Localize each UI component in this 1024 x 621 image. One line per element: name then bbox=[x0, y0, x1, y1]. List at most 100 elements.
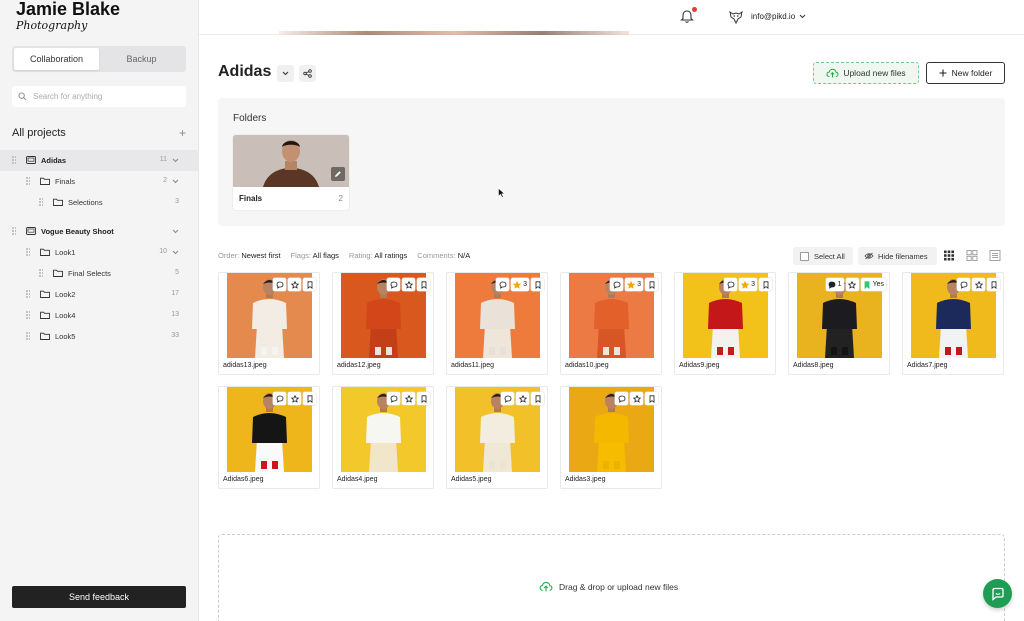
comment-button[interactable] bbox=[273, 392, 286, 405]
comments-filter[interactable]: Comments: N/A bbox=[417, 251, 470, 260]
new-folder-button[interactable]: New folder bbox=[926, 62, 1005, 84]
chevron-down-icon[interactable] bbox=[172, 158, 179, 163]
rating-button[interactable] bbox=[402, 392, 415, 405]
comment-button[interactable] bbox=[957, 278, 970, 291]
hide-filenames-label: Hide filenames bbox=[878, 251, 928, 261]
photo-card[interactable]: 3 adidas10.jpeg bbox=[560, 272, 662, 375]
select-all-button[interactable]: Select All bbox=[793, 247, 853, 265]
tree-item-selections[interactable]: Selections 3 bbox=[0, 192, 199, 213]
star-rating: 3 bbox=[637, 281, 641, 288]
photo-card[interactable]: adidas12.jpeg bbox=[332, 272, 434, 375]
chevron-down-icon[interactable] bbox=[172, 229, 179, 234]
account-menu[interactable]: info@pikd.io bbox=[751, 12, 806, 21]
tree-item-adidas[interactable]: Adidas 11 bbox=[0, 150, 199, 171]
drop-zone-prompt: Drag & drop or upload new files bbox=[539, 581, 678, 592]
comment-button[interactable] bbox=[273, 278, 286, 291]
drag-handle-icon[interactable] bbox=[12, 227, 16, 235]
photo-card[interactable]: Adidas5.jpeg bbox=[446, 386, 548, 489]
list-view-icon[interactable] bbox=[989, 249, 1001, 262]
photo-card[interactable]: adidas13.jpeg bbox=[218, 272, 320, 375]
edit-folder-button[interactable] bbox=[331, 167, 345, 181]
drag-handle-icon[interactable] bbox=[26, 177, 30, 185]
flag-button[interactable] bbox=[759, 278, 772, 291]
select-all-checkbox[interactable] bbox=[800, 251, 809, 261]
tree-item-vogue-beauty-shoot[interactable]: Vogue Beauty Shoot bbox=[0, 221, 199, 242]
tree-item-look5[interactable]: Look5 33 bbox=[0, 326, 199, 347]
brand-logo[interactable]: Jamie Blake Photography bbox=[16, 0, 120, 32]
upload-files-button[interactable]: Upload new files bbox=[813, 62, 919, 84]
title-dropdown-button[interactable] bbox=[277, 65, 294, 82]
drop-zone[interactable]: Drag & drop or upload new files bbox=[218, 534, 1005, 621]
comment-button[interactable] bbox=[610, 278, 624, 291]
flag-button[interactable] bbox=[303, 392, 316, 405]
rating-button[interactable]: 3 bbox=[511, 278, 529, 291]
rating-button[interactable] bbox=[630, 392, 643, 405]
rating-button[interactable]: 3 bbox=[739, 278, 757, 291]
photo-actions bbox=[387, 392, 430, 405]
drag-handle-icon[interactable] bbox=[39, 269, 43, 277]
tree-item-finals[interactable]: Finals 2 bbox=[0, 171, 199, 192]
flag-button[interactable] bbox=[417, 278, 430, 291]
photo-card[interactable]: 3 Adidas9.jpeg bbox=[674, 272, 776, 375]
rating-filter[interactable]: Rating: All ratings bbox=[349, 251, 407, 260]
tree-item-look4[interactable]: Look4 13 bbox=[0, 305, 199, 326]
rating-button[interactable] bbox=[845, 278, 859, 291]
search-input[interactable] bbox=[33, 92, 183, 101]
comment-button[interactable] bbox=[387, 392, 400, 405]
tree-item-final-selects[interactable]: Final Selects 5 bbox=[0, 263, 199, 284]
drag-handle-icon[interactable] bbox=[26, 248, 30, 256]
photo-card[interactable]: 1 Yes Adidas8.jpeg bbox=[788, 272, 890, 375]
plus-icon[interactable]: + bbox=[179, 126, 186, 140]
tree-item-look1[interactable]: Look1 10 bbox=[0, 242, 199, 263]
rating-button[interactable] bbox=[972, 278, 985, 291]
drag-handle-icon[interactable] bbox=[39, 198, 43, 206]
flag-button[interactable]: Yes bbox=[860, 278, 886, 291]
drag-handle-icon[interactable] bbox=[26, 311, 30, 319]
comment-button[interactable]: 1 bbox=[825, 278, 844, 291]
photo-card[interactable]: Adidas6.jpeg bbox=[218, 386, 320, 489]
comment-button[interactable] bbox=[501, 392, 514, 405]
tab-backup[interactable]: Backup bbox=[99, 48, 184, 70]
chevron-down-icon[interactable] bbox=[172, 179, 179, 184]
photo-card[interactable]: Adidas3.jpeg bbox=[560, 386, 662, 489]
hide-filenames-button[interactable]: Hide filenames bbox=[858, 247, 937, 265]
chat-support-button[interactable] bbox=[983, 579, 1012, 608]
photo-card[interactable]: 3 adidas11.jpeg bbox=[446, 272, 548, 375]
comment-button[interactable] bbox=[496, 278, 510, 291]
comment-button[interactable] bbox=[615, 392, 628, 405]
filter-bar: Order: Newest first Flags: All flags Rat… bbox=[218, 251, 470, 260]
drag-handle-icon[interactable] bbox=[12, 156, 16, 164]
photo-actions bbox=[273, 392, 316, 405]
photo-card[interactable]: Adidas4.jpeg bbox=[332, 386, 434, 489]
drag-handle-icon[interactable] bbox=[26, 290, 30, 298]
rating-button[interactable] bbox=[516, 392, 529, 405]
flag-button[interactable] bbox=[531, 278, 544, 291]
avatar[interactable] bbox=[728, 9, 744, 25]
flags-filter[interactable]: Flags: All flags bbox=[291, 251, 339, 260]
flag-button[interactable] bbox=[645, 392, 658, 405]
rating-button[interactable] bbox=[402, 278, 415, 291]
flag-button[interactable] bbox=[303, 278, 316, 291]
flag-button[interactable] bbox=[531, 392, 544, 405]
flag-button[interactable] bbox=[987, 278, 1000, 291]
rating-button[interactable]: 3 bbox=[625, 278, 643, 291]
send-feedback-button[interactable]: Send feedback bbox=[12, 586, 186, 608]
tree-item-look2[interactable]: Look2 17 bbox=[0, 284, 199, 305]
drag-handle-icon[interactable] bbox=[26, 332, 30, 340]
folders-heading: Folders bbox=[233, 113, 267, 124]
comment-button[interactable] bbox=[387, 278, 400, 291]
tab-collaboration[interactable]: Collaboration bbox=[14, 48, 99, 70]
order-filter[interactable]: Order: Newest first bbox=[218, 251, 281, 260]
photo-card[interactable]: Adidas7.jpeg bbox=[902, 272, 1004, 375]
comment-button[interactable] bbox=[724, 278, 738, 291]
rating-button[interactable] bbox=[288, 278, 301, 291]
large-grid-view-icon[interactable] bbox=[943, 249, 955, 262]
flag-button[interactable] bbox=[645, 278, 658, 291]
chevron-down-icon[interactable] bbox=[172, 250, 179, 255]
photo-filename: Adidas4.jpeg bbox=[337, 476, 378, 483]
folder-card[interactable]: Finals 2 bbox=[233, 135, 349, 210]
rating-button[interactable] bbox=[288, 392, 301, 405]
flag-button[interactable] bbox=[417, 392, 430, 405]
small-grid-view-icon[interactable] bbox=[966, 249, 978, 262]
share-button[interactable] bbox=[299, 65, 316, 82]
